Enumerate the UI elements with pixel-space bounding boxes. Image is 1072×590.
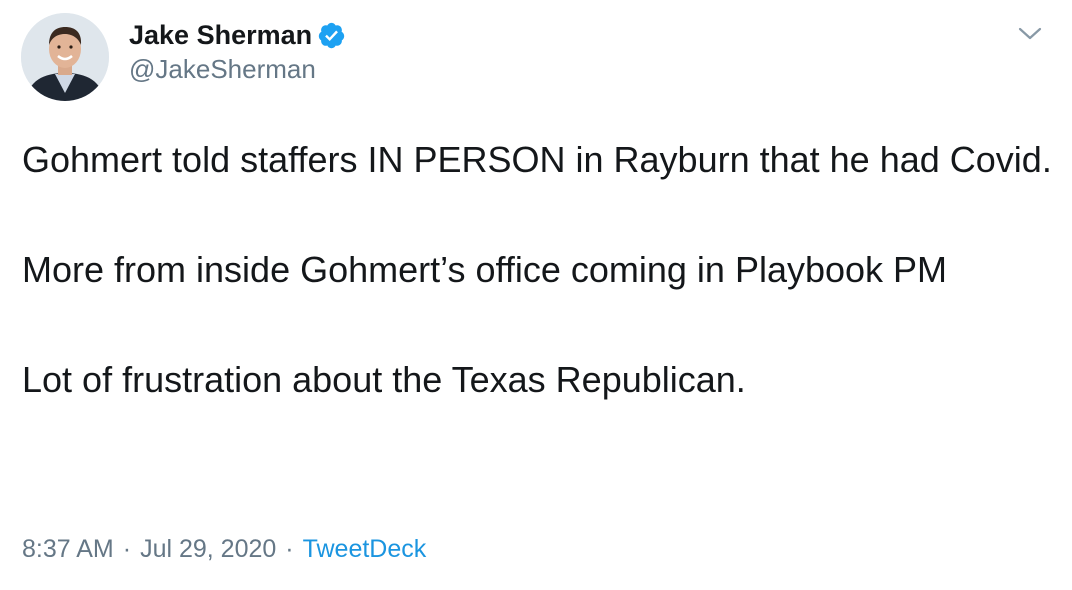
meta-separator: · — [285, 534, 294, 563]
avatar[interactable] — [21, 13, 109, 101]
tweet-card: Jake Sherman @JakeSherman Gohmert told s… — [0, 0, 1072, 590]
tweet-time[interactable]: 8:37 AM — [22, 535, 114, 564]
tweet-text: Gohmert told staffers IN PERSON in Raybu… — [22, 135, 1052, 405]
name-row: Jake Sherman — [129, 18, 346, 52]
profile-photo-icon — [21, 13, 109, 101]
chevron-down-icon[interactable] — [1016, 24, 1044, 44]
tweet-source-link[interactable]: TweetDeck — [303, 535, 427, 564]
display-name[interactable]: Jake Sherman — [129, 20, 312, 51]
tweet-paragraph: More from inside Gohmert’s office coming… — [22, 249, 948, 290]
meta-separator: · — [122, 534, 132, 563]
user-info: Jake Sherman @JakeSherman — [129, 18, 346, 85]
tweet-paragraph: Gohmert told staffers IN PERSON in Raybu… — [22, 139, 1052, 180]
handle[interactable]: @JakeSherman — [129, 54, 346, 85]
verified-badge-icon — [317, 21, 346, 50]
tweet-paragraph: Lot of frustration about the Texas Repub… — [22, 359, 746, 400]
tweet-meta: 8:37 AM · Jul 29, 2020 · TweetDeck — [22, 532, 426, 566]
tweet-date[interactable]: Jul 29, 2020 — [140, 535, 276, 564]
